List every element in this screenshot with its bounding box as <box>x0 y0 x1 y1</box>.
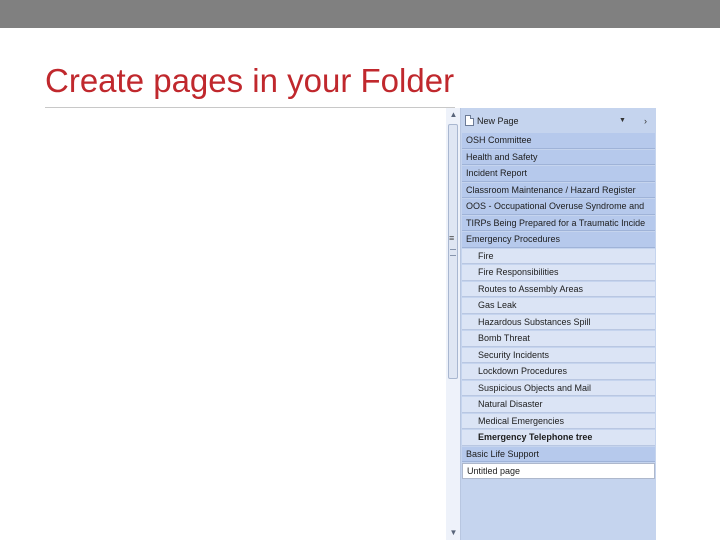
subpage-tab[interactable]: Bomb Threat <box>462 331 655 347</box>
slide-title: Create pages in your Folder <box>45 62 455 99</box>
page-tab[interactable]: OOS - Occupational Overuse Syndrome and <box>462 199 655 215</box>
page-tab[interactable]: Untitled page <box>462 463 655 479</box>
page-list: OSH Committee Health and Safety Incident R… <box>449 133 655 480</box>
vertical-scrollbar[interactable]: ▲ ▼ <box>446 108 461 540</box>
subpage-tab[interactable]: Emergency Telephone tree <box>462 430 655 446</box>
title-divider <box>45 107 455 108</box>
subpage-tab[interactable]: Medical Emergencies <box>462 413 655 429</box>
scrollbar-grip-icon <box>450 249 456 256</box>
scroll-down-arrow-icon[interactable]: ▼ <box>448 528 459 538</box>
page-navigation-panel: ▲ ▼ New Page ▼ › OSH Committee Health and… <box>446 108 656 540</box>
scroll-up-arrow-icon[interactable]: ▲ <box>448 110 459 120</box>
page-tab[interactable]: Classroom Maintenance / Hazard Register <box>462 182 655 198</box>
subpage-tab[interactable]: Fire Responsibilities <box>462 265 655 281</box>
collapse-panel-icon[interactable]: › <box>644 113 647 129</box>
subpage-tab[interactable]: Security Incidents <box>462 347 655 363</box>
subpage-tab[interactable]: Natural Disaster <box>462 397 655 413</box>
page-tab[interactable]: TIRPs Being Prepared for a Traumatic Inc… <box>462 215 655 231</box>
top-banner <box>0 0 720 28</box>
page-tab[interactable]: Emergency Procedures <box>462 232 655 248</box>
page-tab[interactable]: OSH Committee <box>462 133 655 149</box>
subpage-tab[interactable]: Hazardous Substances Spill <box>462 314 655 330</box>
page-tab[interactable]: Basic Life Support <box>462 446 655 462</box>
subpage-tab[interactable]: Suspicious Objects and Mail <box>462 380 655 396</box>
new-page-button[interactable]: New Page <box>477 113 519 129</box>
new-page-icon <box>465 115 474 126</box>
new-page-header[interactable]: New Page ▼ › <box>462 113 656 129</box>
subpage-tab[interactable]: Lockdown Procedures <box>462 364 655 380</box>
scrollbar-thumb[interactable] <box>448 124 458 379</box>
subpage-tab[interactable]: Gas Leak <box>462 298 655 314</box>
subpage-tab[interactable]: Fire <box>462 248 655 264</box>
group-expand-icon[interactable]: ≡ <box>449 233 454 243</box>
page-tab[interactable]: Incident Report <box>462 166 655 182</box>
dropdown-arrow-icon[interactable]: ▼ <box>619 113 626 129</box>
page-tab[interactable]: Health and Safety <box>462 149 655 165</box>
subpage-tab[interactable]: Routes to Assembly Areas <box>462 281 655 297</box>
